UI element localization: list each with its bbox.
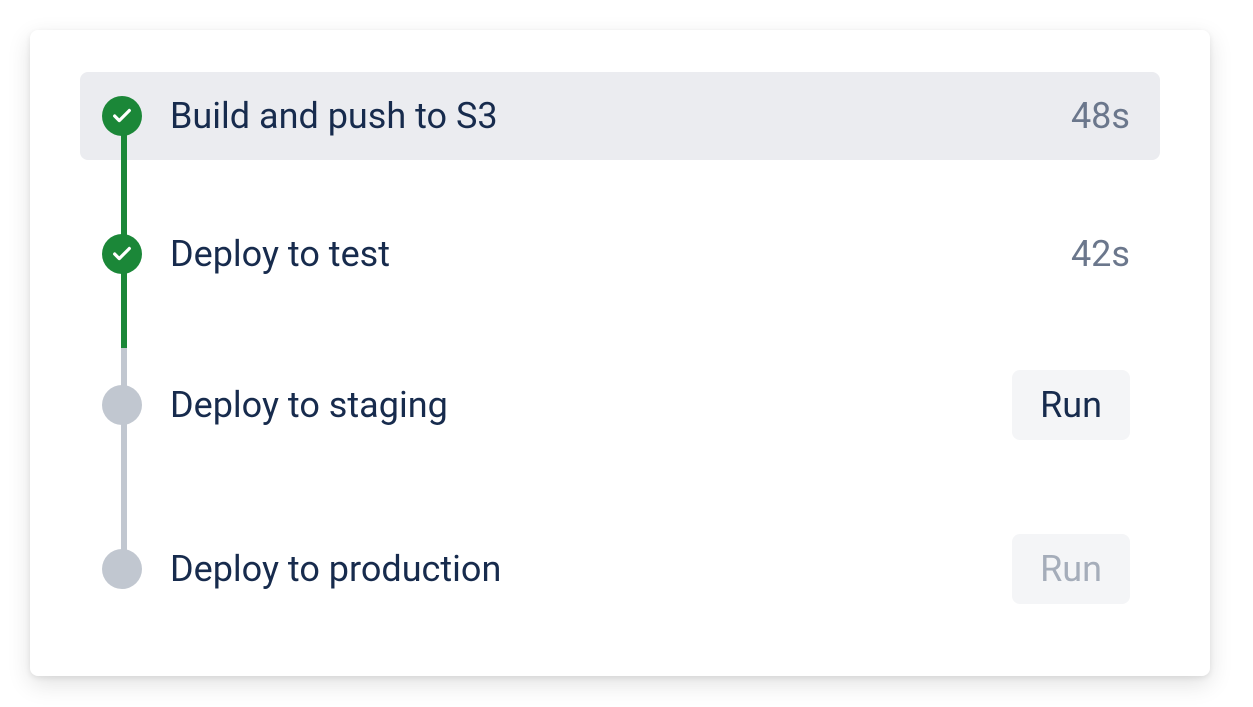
- pipeline-step[interactable]: Deploy to staging Run: [80, 348, 1160, 462]
- step-duration: 48s: [1071, 95, 1130, 137]
- pipeline-step[interactable]: Deploy to production Run: [80, 512, 1160, 626]
- step-duration: 42s: [1071, 233, 1130, 275]
- pipeline-step[interactable]: Deploy to test 42s: [80, 210, 1160, 298]
- check-circle-icon: [102, 96, 142, 136]
- step-name: Build and push to S3: [170, 95, 1071, 137]
- pipeline-card: Build and push to S3 48s Deploy to test …: [30, 30, 1210, 676]
- pipeline-steps-list: Build and push to S3 48s Deploy to test …: [80, 72, 1160, 626]
- pending-circle-icon: [102, 385, 142, 425]
- pending-circle-icon: [102, 549, 142, 589]
- run-button[interactable]: Run: [1012, 370, 1130, 440]
- step-name: Deploy to production: [170, 548, 1012, 590]
- pipeline-step[interactable]: Build and push to S3 48s: [80, 72, 1160, 160]
- run-button: Run: [1012, 534, 1130, 604]
- step-name: Deploy to test: [170, 233, 1071, 275]
- step-name: Deploy to staging: [170, 384, 1012, 426]
- check-circle-icon: [102, 234, 142, 274]
